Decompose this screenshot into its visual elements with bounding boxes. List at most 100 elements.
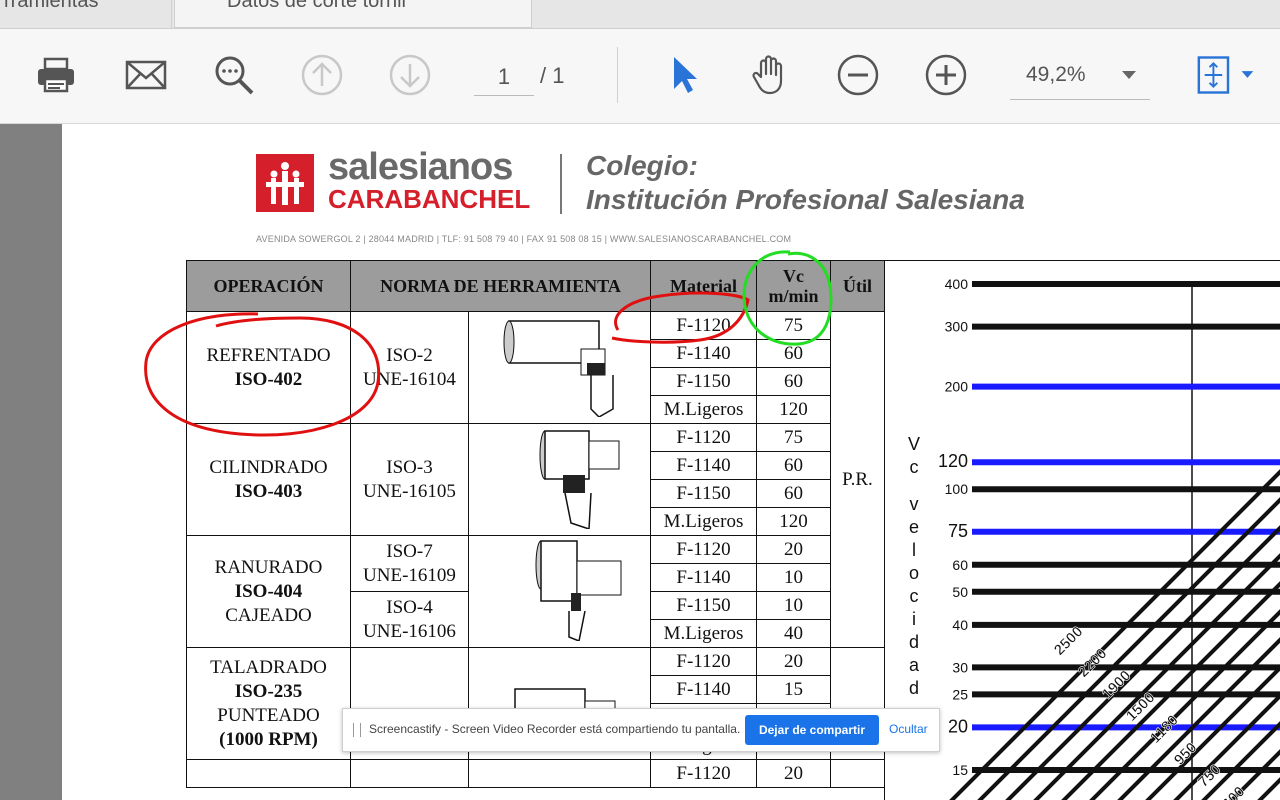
- operation-name-secondary: CAJEADO: [225, 604, 312, 626]
- chart-ylabel-char: c: [910, 457, 919, 477]
- norm-cell: ISO-3 UNE-16105: [350, 423, 469, 536]
- page-number-input[interactable]: [474, 59, 534, 96]
- next-page-button[interactable]: [386, 51, 434, 99]
- chart-ylabel-char: V: [908, 434, 920, 454]
- chart-tick-label: 300: [945, 319, 969, 335]
- operation-cell: TALADRADO ISO-235 PUNTEADO (1000 RPM): [186, 647, 351, 760]
- zoom-out-button[interactable]: [834, 51, 882, 99]
- norm-iso: ISO-2: [386, 344, 433, 366]
- operation-name: TALADRADO: [210, 656, 327, 678]
- tab-label: Datos de corte tornil: [227, 0, 406, 12]
- previous-page-button[interactable]: [298, 51, 346, 99]
- chart-tick-label: 20: [948, 716, 968, 736]
- norm-iso: ISO-7: [386, 540, 433, 562]
- material-cell: F-1150: [650, 367, 757, 396]
- zoom-value: 49,2%: [1026, 63, 1086, 86]
- operation-iso: ISO-404: [234, 580, 303, 602]
- vc-cell: 15: [756, 675, 831, 704]
- chart-ylabel-char: e: [909, 517, 919, 537]
- pdf-toolbar: / 1 49,2%: [0, 29, 1280, 124]
- vc-cell: 20: [756, 759, 831, 788]
- college-name: Institución Profesional Salesiana: [586, 184, 1025, 215]
- material-cell: F-1120: [650, 647, 757, 676]
- norm-cell: [350, 759, 469, 788]
- operation-cell: RANURADO ISO-404 CAJEADO: [186, 535, 351, 648]
- vc-cell: 40: [756, 619, 831, 648]
- email-icon: [125, 60, 167, 90]
- chart-ylabel-char: o: [909, 563, 919, 583]
- operation-iso: ISO-402: [234, 368, 303, 390]
- norm-cell: ISO-2 UNE-16104: [350, 311, 469, 424]
- vc-cell: 75: [756, 311, 831, 340]
- share-banner-text: Screencastify - Screen Video Recorder es…: [369, 722, 741, 736]
- vc-cell: 75: [756, 423, 831, 452]
- norm-une: UNE-16104: [363, 368, 456, 390]
- tab-datos-de-corte[interactable]: Datos de corte tornil: [174, 0, 532, 28]
- chart-tick-label: 400: [945, 276, 969, 292]
- material-cell: F-1140: [650, 563, 757, 592]
- zoom-in-icon: [925, 54, 967, 96]
- chart-tick-label: 200: [945, 379, 969, 395]
- norm-une: UNE-16105: [363, 480, 456, 502]
- norm-iso: ISO-4: [386, 596, 433, 618]
- chart-ylabel-char: d: [909, 632, 919, 652]
- vc-cell: 10: [756, 591, 831, 620]
- header-vc-line2: m/min: [768, 286, 819, 306]
- zoom-select[interactable]: 49,2%: [1010, 57, 1150, 100]
- material-cell: F-1140: [650, 339, 757, 368]
- material-cell: F-1120: [650, 423, 757, 452]
- material-cell: F-1150: [650, 591, 757, 620]
- page-up-icon: [301, 54, 343, 96]
- material-cell: F-1140: [650, 451, 757, 480]
- util-cell: P.R.: [830, 311, 885, 648]
- tool-drawing: [468, 759, 651, 788]
- fit-page-button[interactable]: [1192, 51, 1264, 99]
- page-total: / 1: [540, 63, 565, 88]
- stop-sharing-button[interactable]: Dejar de compartir: [745, 715, 879, 745]
- util-value: P.R.: [842, 468, 873, 490]
- email-button[interactable]: [122, 51, 170, 99]
- chevron-down-icon: [1122, 71, 1136, 79]
- hide-banner-link[interactable]: Ocultar: [889, 722, 928, 736]
- hand-icon: [752, 55, 783, 95]
- chart-tick-label: 50: [952, 584, 968, 600]
- header-material: Material: [650, 260, 757, 312]
- operation-rpm: (1000 RPM): [219, 728, 318, 750]
- chart-tick-label: 100: [945, 481, 969, 497]
- drag-handle-icon[interactable]: [353, 723, 361, 737]
- norm-une: UNE-16106: [363, 620, 456, 642]
- print-button[interactable]: [32, 51, 80, 99]
- chart-tick-label: 25: [952, 686, 968, 702]
- vc-cell: 60: [756, 339, 831, 368]
- print-icon: [38, 57, 74, 93]
- select-tool-button[interactable]: [660, 51, 708, 99]
- tab-herramientas[interactable]: rramientas: [0, 0, 172, 28]
- operation-cell: REFRENTADO ISO-402: [186, 311, 351, 424]
- chart-tick-label: 75: [948, 521, 968, 541]
- chart-tick-label: 15: [952, 762, 968, 778]
- material-cell: M.Ligeros: [650, 395, 757, 424]
- chart-ylabel-char: v: [910, 494, 919, 514]
- table-row: TALADRADO ISO-235 PUNTEADO (1000 RPM) F-112…: [186, 647, 885, 760]
- table-header-row: OPERACIÓN NORMA DE HERRAMIENTA Material …: [186, 260, 885, 312]
- document-viewer[interactable]: salesianos CARABANCHEL Colegio: Instituc…: [0, 124, 1280, 800]
- tab-strip: rramientas Datos de corte tornil: [0, 0, 1280, 29]
- pdf-page: salesianos CARABANCHEL Colegio: Instituc…: [62, 124, 1280, 800]
- chart-ylabel-char: i: [912, 609, 916, 629]
- hand-tool-button[interactable]: [746, 51, 794, 99]
- header-util: Útil: [830, 260, 885, 312]
- vc-cell: 20: [756, 647, 831, 676]
- toolbar-divider: [617, 47, 618, 103]
- zoom-in-button[interactable]: [922, 51, 970, 99]
- operation-cell: CILINDRADO ISO-403: [186, 423, 351, 536]
- search-button[interactable]: [210, 51, 258, 99]
- brand-location: CARABANCHEL: [328, 184, 531, 214]
- operation-name-secondary: PUNTEADO: [217, 704, 320, 726]
- letterhead-divider: [560, 154, 562, 214]
- operation-name: REFRENTADO: [206, 344, 331, 366]
- chart-tick-label: 40: [952, 617, 968, 633]
- fit-page-icon: [1197, 56, 1254, 94]
- operation-name: CILINDRADO: [209, 456, 328, 478]
- chart-tick-label: 60: [952, 557, 968, 573]
- search-icon: [215, 56, 254, 95]
